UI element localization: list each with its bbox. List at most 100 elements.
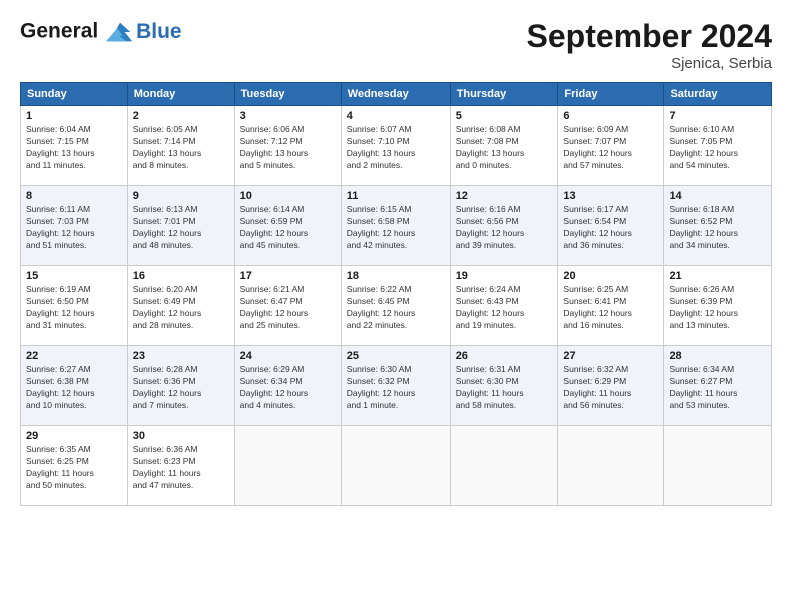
table-row: 29 Sunrise: 6:35 AMSunset: 6:25 PMDayligh… <box>21 426 128 506</box>
day-number: 28 <box>669 350 766 362</box>
table-row: 11 Sunrise: 6:15 AMSunset: 6:58 PMDayligh… <box>341 186 450 266</box>
logo-line2: Blue <box>136 20 182 44</box>
day-detail: Sunrise: 6:04 AMSunset: 7:15 PMDaylight:… <box>26 124 122 172</box>
header: General Blue September 2024 Sjenica, Ser… <box>20 18 772 72</box>
day-number: 8 <box>26 190 122 202</box>
table-row: 25Sunrise: 6:30 AMSunset: 6:32 PMDayligh… <box>341 346 450 426</box>
day-detail: Sunrise: 6:10 AMSunset: 7:05 PMDaylight:… <box>669 124 766 172</box>
day-detail: Sunrise: 6:19 AMSunset: 6:50 PMDaylight:… <box>26 284 122 332</box>
title-block: September 2024 Sjenica, Serbia <box>527 18 772 72</box>
day-number: 16 <box>133 270 229 282</box>
table-row <box>664 426 772 506</box>
table-row: 6 Sunrise: 6:09 AMSunset: 7:07 PMDaylight… <box>558 106 664 186</box>
day-number: 4 <box>347 110 445 122</box>
day-number: 25 <box>347 350 445 362</box>
day-detail: Sunrise: 6:22 AMSunset: 6:45 PMDaylight:… <box>347 284 445 332</box>
page: General Blue September 2024 Sjenica, Ser… <box>0 0 792 516</box>
th-sunday: Sunday <box>21 83 128 106</box>
day-detail: Sunrise: 6:17 AMSunset: 6:54 PMDaylight:… <box>563 204 658 252</box>
table-row: 3 Sunrise: 6:06 AMSunset: 7:12 PMDaylight… <box>234 106 341 186</box>
day-number: 7 <box>669 110 766 122</box>
th-monday: Monday <box>127 83 234 106</box>
table-row: 12 Sunrise: 6:16 AMSunset: 6:56 PMDayligh… <box>450 186 558 266</box>
table-row: 8 Sunrise: 6:11 AMSunset: 7:03 PMDaylight… <box>21 186 128 266</box>
day-number: 26 <box>456 350 553 362</box>
day-detail: Sunrise: 6:26 AMSunset: 6:39 PMDaylight:… <box>669 284 766 332</box>
table-row: 27 Sunrise: 6:32 AMSunset: 6:29 PMDayligh… <box>558 346 664 426</box>
logo-icon <box>106 18 134 46</box>
table-row: 22 Sunrise: 6:27 AMSunset: 6:38 PMDayligh… <box>21 346 128 426</box>
table-row: 7 Sunrise: 6:10 AMSunset: 7:05 PMDaylight… <box>664 106 772 186</box>
table-row: 30Sunrise: 6:36 AMSunset: 6:23 PMDayligh… <box>127 426 234 506</box>
table-row: 4 Sunrise: 6:07 AMSunset: 7:10 PMDaylight… <box>341 106 450 186</box>
day-number: 1 <box>26 110 122 122</box>
calendar-table: Sunday Monday Tuesday Wednesday Thursday… <box>20 82 772 506</box>
day-detail: Sunrise: 6:28 AMSunset: 6:36 PMDaylight:… <box>133 364 229 412</box>
table-row <box>558 426 664 506</box>
day-number: 13 <box>563 190 658 202</box>
day-number: 24 <box>240 350 336 362</box>
day-number: 23 <box>133 350 229 362</box>
th-thursday: Thursday <box>450 83 558 106</box>
table-row: 1 Sunrise: 6:04 AMSunset: 7:15 PMDaylight… <box>21 106 128 186</box>
table-row: 28Sunrise: 6:34 AMSunset: 6:27 PMDayligh… <box>664 346 772 426</box>
th-saturday: Saturday <box>664 83 772 106</box>
table-row: 26 Sunrise: 6:31 AMSunset: 6:30 PMDayligh… <box>450 346 558 426</box>
day-detail: Sunrise: 6:05 AMSunset: 7:14 PMDaylight:… <box>133 124 229 172</box>
day-detail: Sunrise: 6:06 AMSunset: 7:12 PMDaylight:… <box>240 124 336 172</box>
table-row: 19 Sunrise: 6:24 AMSunset: 6:43 PMDayligh… <box>450 266 558 346</box>
day-detail: Sunrise: 6:31 AMSunset: 6:30 PMDaylight:… <box>456 364 553 412</box>
day-number: 21 <box>669 270 766 282</box>
day-detail: Sunrise: 6:36 AMSunset: 6:23 PMDaylight:… <box>133 444 229 492</box>
table-row: 15 Sunrise: 6:19 AMSunset: 6:50 PMDayligh… <box>21 266 128 346</box>
day-detail: Sunrise: 6:15 AMSunset: 6:58 PMDaylight:… <box>347 204 445 252</box>
month-title: September 2024 <box>527 18 772 55</box>
day-detail: Sunrise: 6:16 AMSunset: 6:56 PMDaylight:… <box>456 204 553 252</box>
location: Sjenica, Serbia <box>527 55 772 72</box>
day-number: 11 <box>347 190 445 202</box>
table-row: 21 Sunrise: 6:26 AMSunset: 6:39 PMDayligh… <box>664 266 772 346</box>
day-detail: Sunrise: 6:35 AMSunset: 6:25 PMDaylight:… <box>26 444 122 492</box>
day-number: 12 <box>456 190 553 202</box>
table-row: 20 Sunrise: 6:25 AMSunset: 6:41 PMDayligh… <box>558 266 664 346</box>
day-detail: Sunrise: 6:20 AMSunset: 6:49 PMDaylight:… <box>133 284 229 332</box>
table-row: 5Sunrise: 6:08 AMSunset: 7:08 PMDaylight… <box>450 106 558 186</box>
day-number: 20 <box>563 270 658 282</box>
day-detail: Sunrise: 6:21 AMSunset: 6:47 PMDaylight:… <box>240 284 336 332</box>
day-number: 15 <box>26 270 122 282</box>
day-detail: Sunrise: 6:24 AMSunset: 6:43 PMDaylight:… <box>456 284 553 332</box>
table-row: 17 Sunrise: 6:21 AMSunset: 6:47 PMDayligh… <box>234 266 341 346</box>
day-detail: Sunrise: 6:18 AMSunset: 6:52 PMDaylight:… <box>669 204 766 252</box>
day-detail: Sunrise: 6:27 AMSunset: 6:38 PMDaylight:… <box>26 364 122 412</box>
table-row <box>234 426 341 506</box>
day-detail: Sunrise: 6:09 AMSunset: 7:07 PMDaylight:… <box>563 124 658 172</box>
table-row: 14Sunrise: 6:18 AMSunset: 6:52 PMDayligh… <box>664 186 772 266</box>
day-number: 9 <box>133 190 229 202</box>
day-detail: Sunrise: 6:08 AMSunset: 7:08 PMDaylight:… <box>456 124 553 172</box>
th-wednesday: Wednesday <box>341 83 450 106</box>
table-row: 24 Sunrise: 6:29 AMSunset: 6:34 PMDayligh… <box>234 346 341 426</box>
day-detail: Sunrise: 6:07 AMSunset: 7:10 PMDaylight:… <box>347 124 445 172</box>
day-detail: Sunrise: 6:29 AMSunset: 6:34 PMDaylight:… <box>240 364 336 412</box>
table-row: 16 Sunrise: 6:20 AMSunset: 6:49 PMDayligh… <box>127 266 234 346</box>
day-detail: Sunrise: 6:25 AMSunset: 6:41 PMDaylight:… <box>563 284 658 332</box>
logo: General Blue <box>20 18 182 46</box>
day-detail: Sunrise: 6:11 AMSunset: 7:03 PMDaylight:… <box>26 204 122 252</box>
header-row: Sunday Monday Tuesday Wednesday Thursday… <box>21 83 772 106</box>
day-number: 27 <box>563 350 658 362</box>
day-number: 17 <box>240 270 336 282</box>
day-number: 19 <box>456 270 553 282</box>
th-tuesday: Tuesday <box>234 83 341 106</box>
table-row: 23 Sunrise: 6:28 AMSunset: 6:36 PMDayligh… <box>127 346 234 426</box>
day-number: 3 <box>240 110 336 122</box>
th-friday: Friday <box>558 83 664 106</box>
logo-text: General <box>20 18 134 46</box>
table-row: 13 Sunrise: 6:17 AMSunset: 6:54 PMDayligh… <box>558 186 664 266</box>
day-number: 6 <box>563 110 658 122</box>
day-detail: Sunrise: 6:32 AMSunset: 6:29 PMDaylight:… <box>563 364 658 412</box>
table-row: 9 Sunrise: 6:13 AMSunset: 7:01 PMDaylight… <box>127 186 234 266</box>
day-number: 29 <box>26 430 122 442</box>
day-number: 22 <box>26 350 122 362</box>
table-row <box>450 426 558 506</box>
day-detail: Sunrise: 6:13 AMSunset: 7:01 PMDaylight:… <box>133 204 229 252</box>
